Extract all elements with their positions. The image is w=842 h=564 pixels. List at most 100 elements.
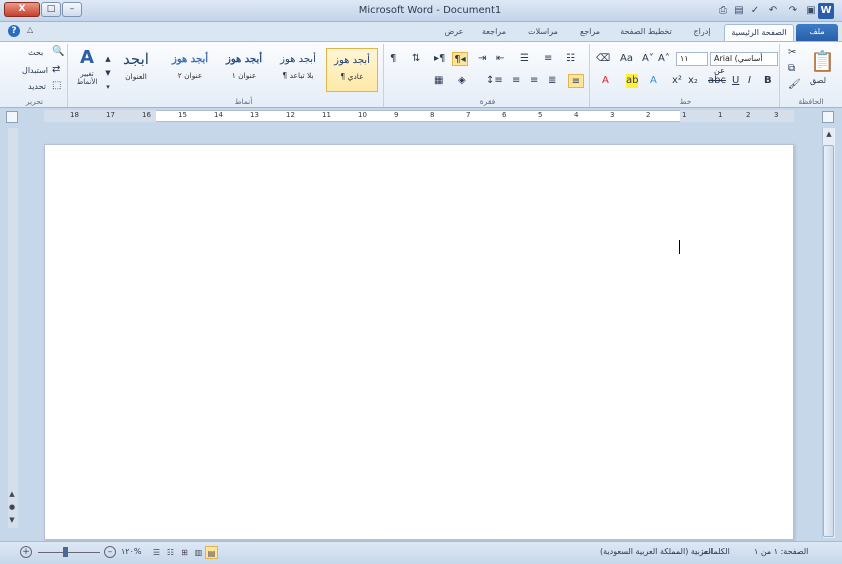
numbering-icon[interactable]: ≡ [544,52,552,66]
page-count-status[interactable]: الصفحة: ١ من ١ [754,547,808,556]
borders-icon[interactable]: ▦ [434,74,443,88]
shrink-font-icon[interactable]: A˅ [642,52,654,66]
collapse-ribbon-icon[interactable]: △ [27,25,33,34]
increase-indent-icon[interactable]: ⇥ [478,52,486,66]
open-icon[interactable]: ▤ [732,4,746,18]
shading-icon[interactable]: ◈ [458,74,466,88]
find-button[interactable]: بحث [28,48,43,57]
change-styles-button[interactable]: A تغيير الأنماط [72,46,102,96]
sort-icon[interactable]: ⇅ [412,52,420,66]
style-normal[interactable]: أبجد هوز ¶ عادي [326,48,378,92]
tab-mailings[interactable]: مراسلات [518,24,568,41]
tab-insert[interactable]: إدراج [682,24,722,41]
decrease-indent-icon[interactable]: ⇤ [496,52,504,66]
ruler-number: 3 [610,111,615,119]
ruler-number: 8 [430,111,435,119]
minimize-window-button[interactable]: – [62,2,82,17]
style-title[interactable]: ابجد العنوان [110,48,162,92]
align-right-icon[interactable]: ≡ [568,74,584,88]
styles-scroll-down-icon[interactable]: ▼ [104,66,112,80]
status-bar: الصفحة: ١ من ١ الكلمات: ٠ العربية (الممل… [0,541,842,564]
font-color-icon[interactable]: A [602,74,609,88]
zoom-level[interactable]: ١٢٠% [121,547,142,556]
spelling-icon[interactable]: ✓ [748,4,762,18]
cut-icon[interactable]: ✂ [788,46,796,60]
save-icon[interactable]: ▣ [804,4,818,18]
tab-home[interactable]: الصفحة الرئيسية [724,24,794,41]
ribbon: 📋 لصق ✂ ⧉ 🖌 الحافظة Arial (أساسي عن ١١ A… [0,41,842,108]
paste-icon[interactable]: 📋 [810,48,835,74]
select-button[interactable]: تحديد [28,82,46,91]
change-case-icon[interactable]: Aa [620,52,633,66]
rtl-direction-icon[interactable]: ¶◂ [452,52,468,66]
language-status[interactable]: العربية (المملكة العربية السعودية) [600,547,713,556]
redo-icon[interactable]: ↷ [786,4,800,18]
style-heading-1[interactable]: أبجد هوز عنوان ١ [218,48,270,92]
outline-view-icon[interactable]: ☷ [164,546,177,559]
styles-more-icon[interactable]: ▾ [104,80,112,94]
ltr-direction-icon[interactable]: ▸¶ [434,52,445,66]
print-layout-icon[interactable]: ▤ [205,546,218,559]
tab-page-layout[interactable]: تخطيط الصفحة [612,24,680,41]
paragraph-group: ☷ ≡ ☰ ⇤ ⇥ ¶◂ ▸¶ ⇅ ¶ ≡ ≣ ≡ ≡ ↕≡ ◈ ▦ فقرة [386,44,590,107]
font-name-combo[interactable]: Arial (أساسي عن [710,52,778,75]
text-effects-icon[interactable]: A [650,74,657,88]
tab-references[interactable]: مراجع [570,24,610,41]
draft-view-icon[interactable]: ☰ [150,546,163,559]
zoom-slider-thumb[interactable] [63,547,68,557]
bullets-icon[interactable]: ☷ [566,52,575,66]
align-left-icon[interactable]: ≡ [512,74,520,88]
help-icon[interactable]: ? [8,25,20,37]
zoom-out-icon[interactable]: – [104,546,116,558]
styles-scroll-up-icon[interactable]: ▲ [104,52,112,66]
copy-icon[interactable]: ⧉ [788,62,795,76]
scroll-up-icon[interactable]: ▲ [823,130,835,138]
superscript-icon[interactable]: x² [672,74,682,88]
underline-icon[interactable]: U [732,74,739,88]
format-painter-icon[interactable]: 🖌 [788,78,801,92]
ruler-numbers: 18 17 16 15 14 13 12 11 10 9 8 7 6 5 4 3… [44,111,794,121]
full-screen-reading-icon[interactable]: ▥ [192,546,205,559]
styles-group: أبجد هوز ¶ عادي أبجد هوز ¶ بلا تباعد أبج… [104,44,384,107]
multilevel-list-icon[interactable]: ☰ [520,52,529,66]
grow-font-icon[interactable]: A˄ [658,52,670,66]
line-spacing-icon[interactable]: ↕≡ [486,74,503,88]
tab-view[interactable]: عرض [438,24,470,41]
scroll-thumb[interactable] [823,145,834,537]
ruler-number: 2 [646,111,651,119]
zoom-in-icon[interactable]: + [20,546,32,558]
replace-button[interactable]: استبدال [22,66,48,75]
tab-file[interactable]: ملف [796,24,838,41]
web-layout-icon[interactable]: ⊞ [178,546,191,559]
next-page-icon[interactable]: ▼ [6,516,18,524]
italic-icon[interactable]: I [748,74,751,88]
style-heading-2[interactable]: أبجد هوز عنوان ٢ [164,48,216,92]
tab-selector-button[interactable] [6,111,18,123]
browse-object-icon[interactable]: ● [6,503,18,511]
undo-icon[interactable]: ↶ [766,4,780,18]
paste-button[interactable]: لصق [810,76,826,85]
word-app-icon: W [818,3,834,19]
vertical-ruler[interactable] [8,128,18,528]
clear-formatting-icon[interactable]: ⌫ [596,52,610,66]
align-center-icon[interactable]: ≡ [530,74,538,88]
tab-review[interactable]: مراجعة [472,24,516,41]
show-formatting-icon[interactable]: ¶ [390,52,396,66]
strikethrough-icon[interactable]: abc [708,74,726,88]
styles-group-label: أنماط [234,97,253,106]
highlight-icon[interactable]: ab [626,74,639,88]
close-window-button[interactable]: X [4,2,40,17]
ruler-number: 16 [142,111,151,119]
subscript-icon[interactable]: x₂ [688,74,698,88]
bold-icon[interactable]: B [764,74,772,88]
prev-page-icon[interactable]: ▲ [6,490,18,498]
print-icon[interactable]: ⎙ [716,4,730,18]
ribbon-tabs: ملف الصفحة الرئيسية إدراج تخطيط الصفحة م… [0,22,842,41]
justify-icon[interactable]: ≣ [548,74,556,88]
maximize-window-button[interactable]: □ [41,2,61,17]
zoom-slider-track[interactable] [38,552,100,553]
style-no-spacing[interactable]: أبجد هوز ¶ بلا تباعد [272,48,324,92]
view-ruler-button[interactable] [822,111,834,123]
document-page[interactable] [44,144,794,540]
font-size-combo[interactable]: ١١ [676,52,708,66]
